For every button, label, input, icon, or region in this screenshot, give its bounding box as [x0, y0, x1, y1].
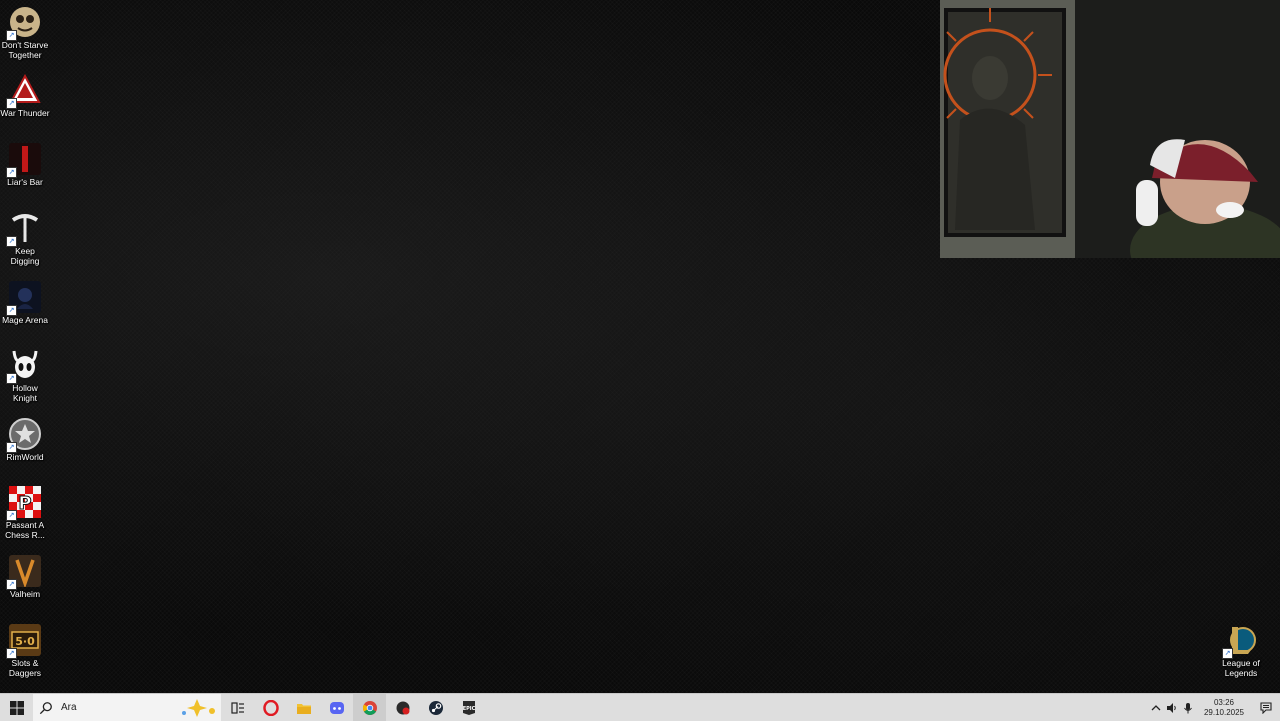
discord-icon — [329, 701, 344, 714]
desktop-icon-mage-arena[interactable]: ↗ Mage Arena — [0, 281, 50, 325]
desktop-icon-keep-digging[interactable]: ↗ Keep Digging — [0, 212, 50, 266]
desktop-icon-hollow-knight[interactable]: ↗ Hollow Knight — [0, 349, 50, 403]
desktop-icon-liars-bar[interactable]: ↗ Liar's Bar — [0, 143, 50, 187]
rimworld-icon: ↗ — [6, 418, 41, 453]
desktop-icon-label: Liar's Bar — [7, 177, 43, 187]
war-thunder-icon: ↗ — [6, 74, 41, 109]
desktop-icon-label: Passant A Chess R... — [5, 520, 45, 540]
taskbar: Ara EPIC 03:26 29.10.2025 — [0, 693, 1280, 721]
desktop-icon-label: Don't Starve Together — [1, 40, 49, 60]
desktop-icon-passant-chess[interactable]: P ↗ Passant A Chess R... — [0, 486, 50, 540]
desktop-background: ↗ Don't Starve Together ↗ War Thunder ↗ … — [0, 0, 1280, 693]
desktop-icon-label: Hollow Knight — [12, 383, 38, 403]
slots-daggers-icon: 5·0 ↗ — [6, 624, 41, 659]
desktop-icon-dont-starve-together[interactable]: ↗ Don't Starve Together — [0, 6, 50, 60]
volume-icon[interactable] — [1164, 694, 1180, 721]
svg-text:P: P — [18, 493, 31, 514]
search-placeholder: Ara — [61, 702, 77, 713]
desktop-icon-label: League of Legends — [1222, 658, 1260, 678]
desktop-icon-label: Valheim — [9, 589, 41, 599]
opera-icon — [262, 699, 279, 716]
desktop-icon-label: Mage Arena — [2, 315, 48, 325]
clock-time: 03:26 — [1213, 697, 1234, 707]
taskbar-file-explorer-button[interactable] — [287, 694, 320, 721]
search-icon — [39, 701, 52, 714]
league-of-legends-icon: ↗ — [1222, 624, 1257, 659]
taskbar-opera-button[interactable] — [254, 694, 287, 721]
webcam-feed-image — [940, 0, 1280, 258]
taskbar-steam-button[interactable] — [419, 694, 452, 721]
task-view-button[interactable] — [221, 694, 254, 721]
desktop-icon-league-of-legends[interactable]: ↗ League of Legends — [1216, 624, 1266, 678]
webcam-overlay — [940, 0, 1280, 258]
mage-arena-icon: ↗ — [6, 281, 41, 316]
taskbar-game-app-button[interactable] — [386, 694, 419, 721]
epic-games-icon: EPIC — [462, 700, 475, 715]
taskbar-chrome-button[interactable] — [353, 694, 386, 721]
pickaxe-icon: ↗ — [6, 212, 41, 247]
task-view-icon — [230, 701, 244, 714]
hollow-knight-icon: ↗ — [6, 349, 41, 384]
file-explorer-icon — [296, 703, 311, 714]
start-button[interactable] — [0, 694, 33, 721]
system-tray: 03:26 29.10.2025 — [1148, 694, 1280, 721]
desktop-icon-valheim[interactable]: ↗ Valheim — [0, 555, 50, 599]
search-highlight-sparkle-icon — [182, 699, 215, 717]
game-app-icon — [396, 701, 409, 714]
desktop-icon-slots-daggers[interactable]: 5·0 ↗ Slots & Daggers — [0, 624, 50, 678]
dont-starve-together-icon: ↗ — [6, 6, 41, 41]
taskbar-discord-button[interactable] — [320, 694, 353, 721]
microphone-icon[interactable] — [1180, 694, 1196, 721]
taskbar-search-box[interactable]: Ara — [33, 694, 221, 721]
passant-chess-icon: P ↗ — [6, 486, 41, 521]
steam-icon — [428, 700, 443, 715]
desktop-icon-war-thunder[interactable]: ↗ War Thunder — [0, 74, 50, 118]
clock-date: 29.10.2025 — [1203, 707, 1244, 717]
notification-center-icon[interactable] — [1252, 694, 1280, 721]
tray-overflow-chevron-up-icon[interactable] — [1148, 694, 1164, 721]
desktop-icon-label: Slots & Daggers — [8, 658, 42, 678]
desktop-icon-label: War Thunder — [0, 108, 50, 118]
liars-bar-icon: ↗ — [6, 143, 41, 178]
svg-text:5·0: 5·0 — [15, 635, 35, 648]
desktop-icon-label: RimWorld — [6, 452, 44, 462]
desktop-icon-label: Keep Digging — [10, 246, 40, 266]
chrome-icon — [362, 700, 377, 715]
windows-logo-icon — [9, 700, 24, 715]
desktop-icon-rimworld[interactable]: ↗ RimWorld — [0, 418, 50, 462]
svg-text:EPIC: EPIC — [462, 706, 475, 712]
taskbar-epic-games-button[interactable]: EPIC — [452, 694, 485, 721]
valheim-icon: ↗ — [6, 555, 41, 590]
taskbar-clock[interactable]: 03:26 29.10.2025 — [1196, 698, 1252, 718]
